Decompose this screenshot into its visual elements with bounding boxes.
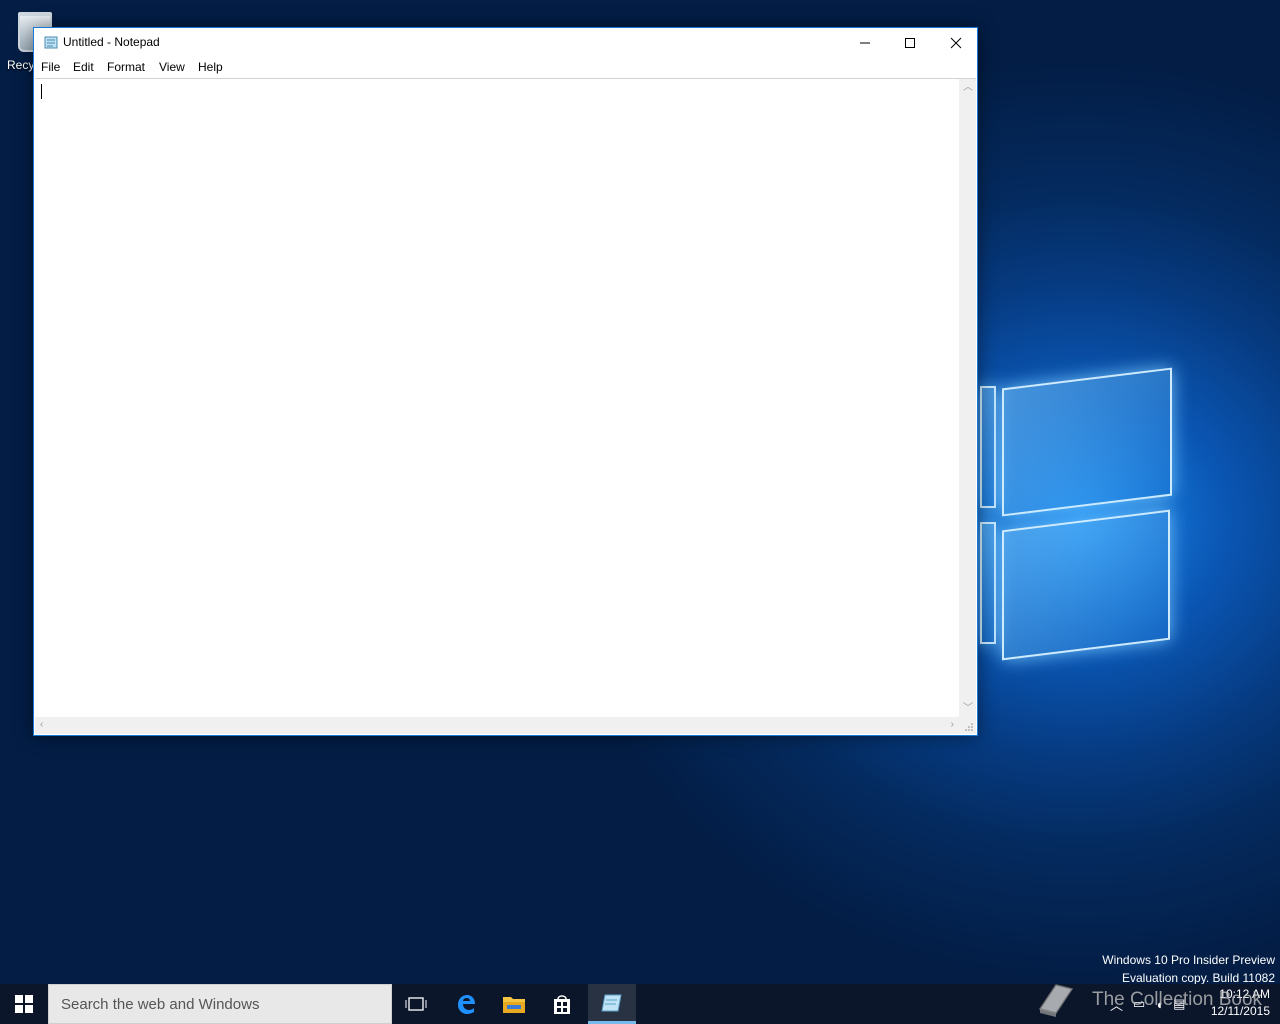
minimize-icon (860, 42, 870, 44)
edge-browser-icon (458, 995, 475, 1014)
search-placeholder: Search the web and Windows (61, 996, 260, 1013)
taskbar-store-button[interactable] (538, 984, 586, 1024)
notepad-icon (601, 994, 622, 1011)
close-button[interactable] (933, 28, 979, 58)
brand-overlay-text: The Collection Book (1092, 989, 1263, 1010)
maximize-icon (905, 38, 915, 48)
menu-help[interactable]: Help (198, 60, 223, 74)
windows-logo-wallpaper (960, 350, 1190, 680)
brand-overlay: The Collection Book (1030, 975, 1270, 1023)
book-logo-icon (1038, 984, 1074, 1017)
menu-format[interactable]: Format (107, 60, 145, 74)
menu-edit[interactable]: Edit (73, 60, 94, 74)
windows-start-icon (15, 995, 33, 1013)
scroll-left-icon[interactable]: ‹ (40, 720, 43, 730)
scroll-right-icon[interactable]: › (951, 720, 954, 730)
watermark-line1: Windows 10 Pro Insider Preview (1102, 953, 1275, 967)
resize-grip-icon (965, 723, 973, 731)
minimize-button[interactable] (842, 28, 888, 58)
folder-icon (503, 997, 525, 1013)
menu-bar: File Edit Format View Help (34, 58, 977, 78)
vertical-scrollbar[interactable]: ︿ ﹀ (959, 79, 976, 718)
menu-view[interactable]: View (159, 60, 185, 74)
notepad-app-icon[interactable] (43, 34, 59, 50)
resize-grip[interactable] (959, 717, 976, 734)
scroll-down-icon[interactable]: ﹀ (963, 704, 973, 714)
taskbar-file-explorer-button[interactable] (490, 984, 538, 1024)
maximize-button[interactable] (887, 28, 933, 58)
scroll-up-icon[interactable]: ︿ (963, 83, 973, 93)
task-view-button[interactable] (392, 984, 440, 1024)
menu-file[interactable]: File (41, 60, 60, 74)
text-editor-area[interactable]: ︿ ﹀ ‹ › (35, 78, 976, 734)
taskbar-edge-button[interactable] (442, 984, 490, 1024)
task-view-icon (405, 997, 427, 1011)
search-box[interactable]: Search the web and Windows (48, 984, 392, 1024)
title-bar[interactable]: Untitled - Notepad (34, 28, 977, 58)
notepad-window[interactable]: Untitled - Notepad File Edit Format View… (33, 27, 978, 736)
taskbar-notepad-button[interactable] (588, 984, 636, 1024)
text-caret (41, 84, 42, 99)
horizontal-scrollbar[interactable]: ‹ › (35, 717, 959, 734)
start-button[interactable] (0, 984, 48, 1024)
close-icon (950, 37, 962, 49)
window-title: Untitled - Notepad (63, 35, 160, 49)
recycle-bin-label: Recy (7, 58, 35, 72)
store-bag-icon (554, 995, 570, 1014)
